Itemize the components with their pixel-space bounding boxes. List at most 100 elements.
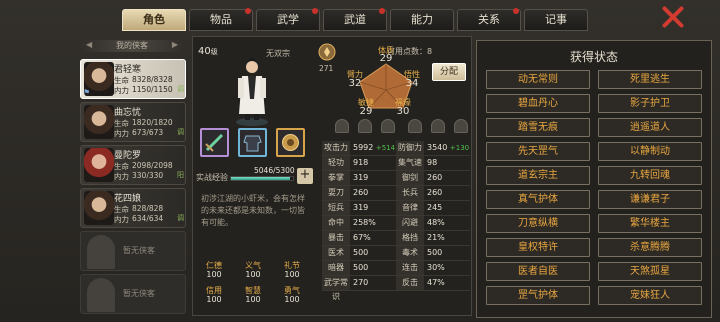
tab-character[interactable]: 角色 xyxy=(122,9,186,31)
status-item[interactable]: 动无常则 xyxy=(486,70,590,89)
locked-slot-icon[interactable] xyxy=(381,119,395,133)
exp-bar-fill xyxy=(231,177,291,180)
locked-slot-icon[interactable] xyxy=(358,119,372,133)
status-item[interactable]: 踏雪无痕 xyxy=(486,118,590,137)
status-item[interactable]: 皇权特许 xyxy=(486,238,590,257)
member-card[interactable]: 曼陀罗 生命 2098/2098 内力 330/330 阳 xyxy=(80,145,186,185)
tab-martial-arts[interactable]: 武学 xyxy=(256,8,320,31)
status-item[interactable]: 刀意纵横 xyxy=(486,214,590,233)
weapon-slot[interactable] xyxy=(200,128,229,157)
stat-label: 连击 xyxy=(396,261,424,275)
stat-row: 轻功918 集气速度98 xyxy=(322,156,470,181)
stat-value: 47% xyxy=(427,278,445,287)
member-card[interactable]: ⚑ 君轻寒 生命 8328/8328 内力 1150/1150 调 xyxy=(80,59,186,99)
stat-row: 医术 500 毒术 500 xyxy=(322,246,470,261)
attr-value-biili: 32 xyxy=(348,78,362,89)
member-list-header: ◀ 我的侠客 ▶ xyxy=(80,40,184,52)
stat-value: 260 xyxy=(427,173,443,182)
arrow-right-icon: ▶ xyxy=(171,40,178,49)
close-icon[interactable] xyxy=(660,4,686,30)
tab-items[interactable]: 物品 xyxy=(189,8,253,31)
stat-value: 258% xyxy=(353,218,376,227)
add-exp-button[interactable]: + xyxy=(297,168,313,184)
stat-value: 319 xyxy=(353,173,369,182)
status-item[interactable]: 杀意腾腾 xyxy=(598,238,702,257)
stat-value: 5992 +514 xyxy=(353,143,396,152)
stat-label: 格挡 xyxy=(396,231,424,245)
wisdom-value: 100 xyxy=(245,295,261,304)
status-item[interactable]: 逍遥道人 xyxy=(598,118,702,137)
etiquette-value: 100 xyxy=(284,270,300,279)
member-tag: 调 xyxy=(177,85,184,93)
character-portrait xyxy=(236,58,268,126)
armor-icon xyxy=(243,135,262,152)
tab-relations[interactable]: 关系 xyxy=(457,8,521,31)
tab-journal[interactable]: 记事 xyxy=(524,9,588,31)
status-item[interactable]: 以静制动 xyxy=(598,142,702,161)
tab-abilities[interactable]: 能力 xyxy=(390,9,454,31)
stat-value: 260 xyxy=(427,188,443,197)
status-item[interactable]: 碧血丹心 xyxy=(486,94,590,113)
locked-slot-icon[interactable] xyxy=(454,119,468,133)
stat-label: 暴击 xyxy=(322,231,350,245)
stat-label: 暗器 xyxy=(322,261,350,275)
stat-value: 21% xyxy=(427,233,445,242)
stat-value: 30% xyxy=(427,263,445,272)
avatar xyxy=(84,191,114,225)
empty-member-slot[interactable]: 暂无侠客 xyxy=(80,274,186,314)
stat-label: 武学常识 xyxy=(322,276,350,301)
stat-label: 拳掌 xyxy=(322,171,350,185)
attr-value-fuyuan: 30 xyxy=(396,106,410,117)
status-item[interactable]: 宠妹狂人 xyxy=(598,286,702,305)
stat-row: 暗器 500 连击 30% xyxy=(322,261,470,276)
stat-label: 御剑 xyxy=(396,171,424,185)
stat-bonus: +514 xyxy=(375,144,396,152)
stat-value: 319 xyxy=(353,203,369,212)
sword-icon xyxy=(205,133,224,152)
stat-label: 短兵 xyxy=(322,201,350,215)
equipment-slots xyxy=(200,128,305,157)
status-item[interactable]: 罡气护体 xyxy=(486,286,590,305)
stat-value: 98 xyxy=(427,158,438,167)
top-tab-bar: 角色 物品 武学 武道 能力 关系 记事 xyxy=(122,8,588,31)
stat-label: 音律 xyxy=(396,201,424,215)
stat-value: 918 xyxy=(353,158,369,167)
locked-slot-icon[interactable] xyxy=(431,119,445,133)
status-item[interactable]: 繁华楼主 xyxy=(598,214,702,233)
status-item[interactable]: 道玄宗主 xyxy=(486,166,590,185)
stat-label: 医术 xyxy=(322,246,350,260)
attr-value-tizhi: 29 xyxy=(379,53,393,64)
status-item[interactable]: 谦谦君子 xyxy=(598,190,702,209)
tab-martial-way[interactable]: 武道 xyxy=(323,8,387,31)
status-item[interactable]: 天煞孤星 xyxy=(598,262,702,281)
status-item[interactable]: 医者自医 xyxy=(486,262,590,281)
status-item[interactable]: 九转回魂 xyxy=(598,166,702,185)
exp-label: 实战经验 xyxy=(196,173,228,182)
amulet-icon xyxy=(282,134,299,151)
stat-label: 命中 xyxy=(322,216,350,230)
exp-value: 5046/5300 xyxy=(254,166,295,175)
stat-label: 轻功 xyxy=(322,156,350,170)
stat-row: 拳掌 319 御剑 260 xyxy=(322,171,470,186)
member-card[interactable]: 曲忘忧 生命 1820/1820 内力 673/673 调 xyxy=(80,102,186,142)
member-card[interactable]: 花四娘 生命 828/828 内力 634/634 调 xyxy=(80,188,186,228)
stat-value: 500 xyxy=(353,263,369,272)
level-label: 40级 xyxy=(198,46,218,57)
empty-member-slot[interactable]: 暂无侠客 xyxy=(80,231,186,271)
accessory-slot[interactable] xyxy=(276,128,305,157)
status-item[interactable]: 死里逃生 xyxy=(598,70,702,89)
stat-table: 攻击力5992 +514防御力3540 +130轻功918集气速度98拳掌319… xyxy=(322,141,470,301)
notification-dot xyxy=(245,8,251,14)
locked-slot-icon[interactable] xyxy=(408,119,422,133)
status-item[interactable]: 先天罡气 xyxy=(486,142,590,161)
character-description: 初涉江湖的小虾米，会有怎样的未来还都是未知数，一切皆有可能。 xyxy=(201,194,305,227)
status-item[interactable]: 影子护卫 xyxy=(598,94,702,113)
notification-dot xyxy=(312,8,318,14)
locked-slot-icon[interactable] xyxy=(335,119,349,133)
attr-value-minjie: 29 xyxy=(359,106,373,117)
stat-label: 耍刀 xyxy=(322,186,350,200)
status-item[interactable]: 真气护体 xyxy=(486,190,590,209)
armor-slot[interactable] xyxy=(238,128,267,157)
stat-row: 短兵 319 音律 245 xyxy=(322,201,470,216)
loyalty-value: 100 xyxy=(245,270,261,279)
